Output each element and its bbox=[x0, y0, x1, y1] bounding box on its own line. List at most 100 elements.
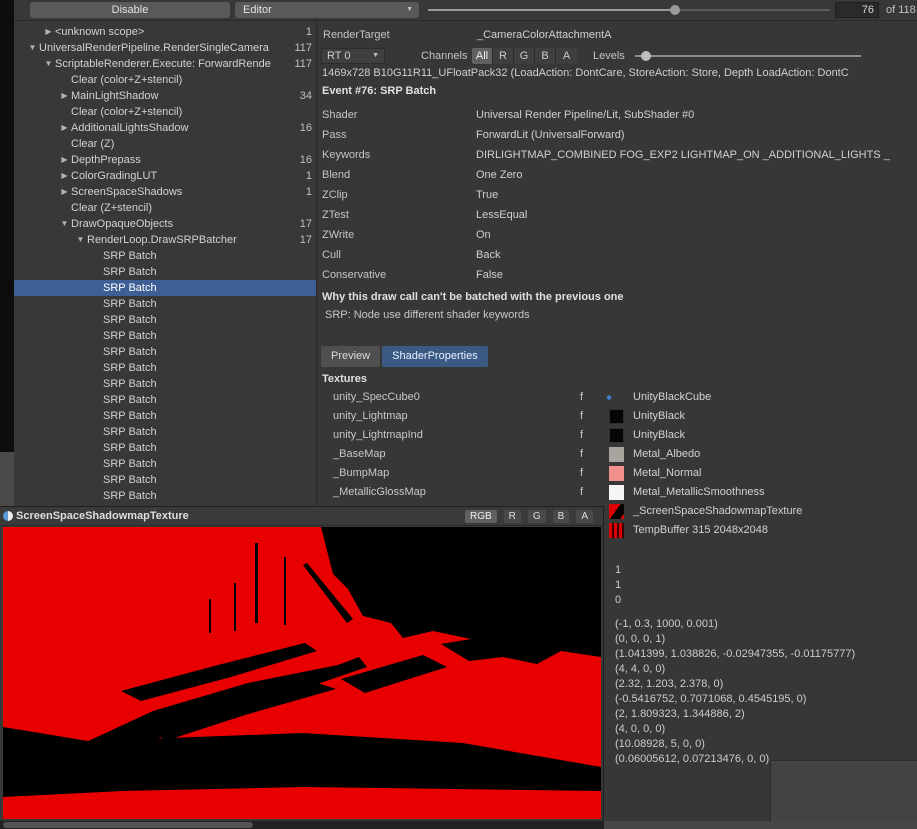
foldout-collapsed-icon[interactable]: ▶ bbox=[58, 168, 71, 184]
texture-flag: f bbox=[580, 407, 583, 426]
shader-properties-list: ShaderUniversal Render Pipeline/Lit, Sub… bbox=[322, 105, 916, 285]
channels-group: AllRGBA bbox=[472, 48, 577, 64]
frame-slider-track-fill bbox=[428, 9, 675, 11]
channel-g-button[interactable]: G bbox=[514, 48, 535, 64]
frame-slider-thumb[interactable] bbox=[670, 5, 680, 15]
foldout-collapsed-icon[interactable]: ▶ bbox=[42, 24, 55, 40]
tree-row[interactable]: SRP Batch bbox=[14, 440, 316, 456]
tree-row-label: Clear (Z+stencil) bbox=[71, 202, 152, 214]
preview-channel-rgb-button[interactable]: RGB bbox=[465, 510, 497, 523]
tree-row[interactable]: ▶AdditionalLightsShadow16 bbox=[14, 120, 316, 136]
scalar-value: 1 bbox=[615, 563, 621, 578]
tree-row-label: DepthPrepass bbox=[71, 154, 141, 166]
preview-titlebar[interactable]: ScreenSpaceShadowmapTexture RGBRGBA bbox=[0, 507, 603, 526]
preview-channel-r-button[interactable]: R bbox=[504, 510, 521, 523]
tree-row[interactable]: SRP Batch bbox=[14, 248, 316, 264]
tree-row-label: SRP Batch bbox=[103, 378, 157, 390]
preview-channel-a-button[interactable]: A bbox=[576, 510, 593, 523]
channel-a-button[interactable]: A bbox=[556, 48, 577, 64]
tree-row[interactable]: ▶MainLightShadow34 bbox=[14, 88, 316, 104]
tree-row[interactable]: ▶<unknown scope>1 bbox=[14, 24, 316, 40]
chevron-down-icon: ▼ bbox=[372, 49, 379, 63]
tab-shaderproperties[interactable]: ShaderProperties bbox=[382, 346, 488, 367]
texture-thumbnail-icon bbox=[609, 523, 624, 538]
foldout-collapsed-icon[interactable]: ▶ bbox=[58, 120, 71, 136]
frame-slider[interactable] bbox=[428, 0, 830, 20]
disable-button[interactable]: Disable bbox=[30, 2, 230, 18]
tree-row[interactable]: SRP Batch bbox=[14, 312, 316, 328]
property-key: Pass bbox=[322, 125, 476, 145]
vector-value: (-1, 0.3, 1000, 0.001) bbox=[615, 617, 855, 632]
preview-channel-b-button[interactable]: B bbox=[553, 510, 570, 523]
tree-row[interactable]: SRP Batch bbox=[14, 488, 316, 504]
tree-row[interactable]: SRP Batch bbox=[14, 296, 316, 312]
tree-row-label: Clear (Z) bbox=[71, 138, 114, 150]
levels-slider-track[interactable] bbox=[635, 55, 861, 57]
horizontal-scrollbar[interactable] bbox=[0, 821, 917, 829]
channel-r-button[interactable]: R bbox=[493, 48, 514, 64]
foldout-collapsed-icon[interactable]: ▶ bbox=[58, 184, 71, 200]
channel-all-button[interactable]: All bbox=[472, 48, 493, 64]
tree-row-count: 1 bbox=[306, 168, 312, 184]
property-key: Shader bbox=[322, 105, 476, 125]
foldout-expanded-icon[interactable]: ▼ bbox=[58, 216, 71, 232]
tree-row[interactable]: ▼RenderLoop.DrawSRPBatcher17 bbox=[14, 232, 316, 248]
tree-row-count: 117 bbox=[294, 56, 312, 72]
levels-slider[interactable] bbox=[635, 47, 861, 65]
tree-row[interactable]: SRP Batch bbox=[14, 344, 316, 360]
tree-row[interactable]: SRP Batch bbox=[14, 328, 316, 344]
texture-row[interactable]: _BaseMapfMetal_Albedo bbox=[317, 445, 917, 464]
tree-row[interactable]: Clear (Z) bbox=[14, 136, 316, 152]
channel-b-button[interactable]: B bbox=[535, 48, 556, 64]
vector-value: (0, 0, 0, 1) bbox=[615, 632, 855, 647]
foldout-collapsed-icon[interactable]: ▶ bbox=[58, 152, 71, 168]
texture-row[interactable]: unity_LightmapIndfUnityBlack bbox=[317, 426, 917, 445]
tree-row[interactable]: ▼ScriptableRenderer.Execute: ForwardRend… bbox=[14, 56, 316, 72]
texture-row[interactable]: _BumpMapfMetal_Normal bbox=[317, 464, 917, 483]
scrollbar-handle[interactable] bbox=[3, 822, 253, 828]
channels-label: Channels bbox=[421, 48, 467, 64]
tree-row[interactable]: SRP Batch bbox=[14, 264, 316, 280]
texture-flag: f bbox=[580, 483, 583, 502]
tree-row[interactable]: ▶ColorGradingLUT1 bbox=[14, 168, 316, 184]
property-key: Cull bbox=[322, 245, 476, 265]
tree-row[interactable]: Clear (color+Z+stencil) bbox=[14, 72, 316, 88]
tree-row[interactable]: SRP Batch bbox=[14, 424, 316, 440]
rt-dropdown-label: RT 0 bbox=[327, 50, 350, 62]
tree-row[interactable]: SRP Batch bbox=[14, 376, 316, 392]
tree-row[interactable]: ▶DepthPrepass16 bbox=[14, 152, 316, 168]
render-texture-icon bbox=[3, 511, 13, 521]
foldout-expanded-icon[interactable]: ▼ bbox=[42, 56, 55, 72]
tree-row[interactable]: ▶ScreenSpaceShadows1 bbox=[14, 184, 316, 200]
tree-row-label: SRP Batch bbox=[103, 298, 157, 310]
target-selector-dropdown[interactable]: Editor ▼ bbox=[235, 2, 419, 18]
texture-row[interactable]: _MetallicGlossMapfMetal_MetallicSmoothne… bbox=[317, 483, 917, 502]
foldout-expanded-icon[interactable]: ▼ bbox=[74, 232, 87, 248]
tree-row[interactable]: ▼UniversalRenderPipeline.RenderSingleCam… bbox=[14, 40, 316, 56]
texture-row[interactable]: unity_SpecCube0fUnityBlackCube bbox=[317, 388, 917, 407]
preview-channel-g-button[interactable]: G bbox=[528, 510, 546, 523]
tree-row-label: SRP Batch bbox=[103, 282, 157, 294]
tree-row[interactable]: ▼DrawOpaqueObjects17 bbox=[14, 216, 316, 232]
foldout-collapsed-icon[interactable]: ▶ bbox=[58, 88, 71, 104]
tree-row[interactable]: SRP Batch bbox=[14, 456, 316, 472]
preview-channels-group: RGBRGBA bbox=[465, 510, 593, 523]
texture-name: UnityBlackCube bbox=[633, 388, 711, 407]
tree-row[interactable]: SRP Batch bbox=[14, 392, 316, 408]
tree-row[interactable]: SRP Batch bbox=[14, 360, 316, 376]
tree-row[interactable]: SRP Batch bbox=[14, 472, 316, 488]
rt-dropdown[interactable]: RT 0 ▼ bbox=[321, 48, 385, 64]
frame-number-field[interactable] bbox=[835, 2, 879, 18]
texture-name: Metal_Albedo bbox=[633, 445, 700, 464]
foldout-expanded-icon[interactable]: ▼ bbox=[26, 40, 39, 56]
property-key: Conservative bbox=[322, 265, 476, 285]
levels-slider-thumb[interactable] bbox=[641, 51, 651, 61]
tree-row[interactable]: SRP Batch bbox=[14, 408, 316, 424]
vector-value: (-0.5416752, 0.7071068, 0.4545195, 0) bbox=[615, 692, 855, 707]
tab-preview[interactable]: Preview bbox=[321, 346, 380, 367]
tree-row[interactable]: Clear (color+Z+stencil) bbox=[14, 104, 316, 120]
property-value: ForwardLit (UniversalForward) bbox=[476, 129, 625, 141]
tree-row[interactable]: Clear (Z+stencil) bbox=[14, 200, 316, 216]
tree-row[interactable]: SRP Batch bbox=[14, 280, 316, 296]
texture-row[interactable]: unity_LightmapfUnityBlack bbox=[317, 407, 917, 426]
